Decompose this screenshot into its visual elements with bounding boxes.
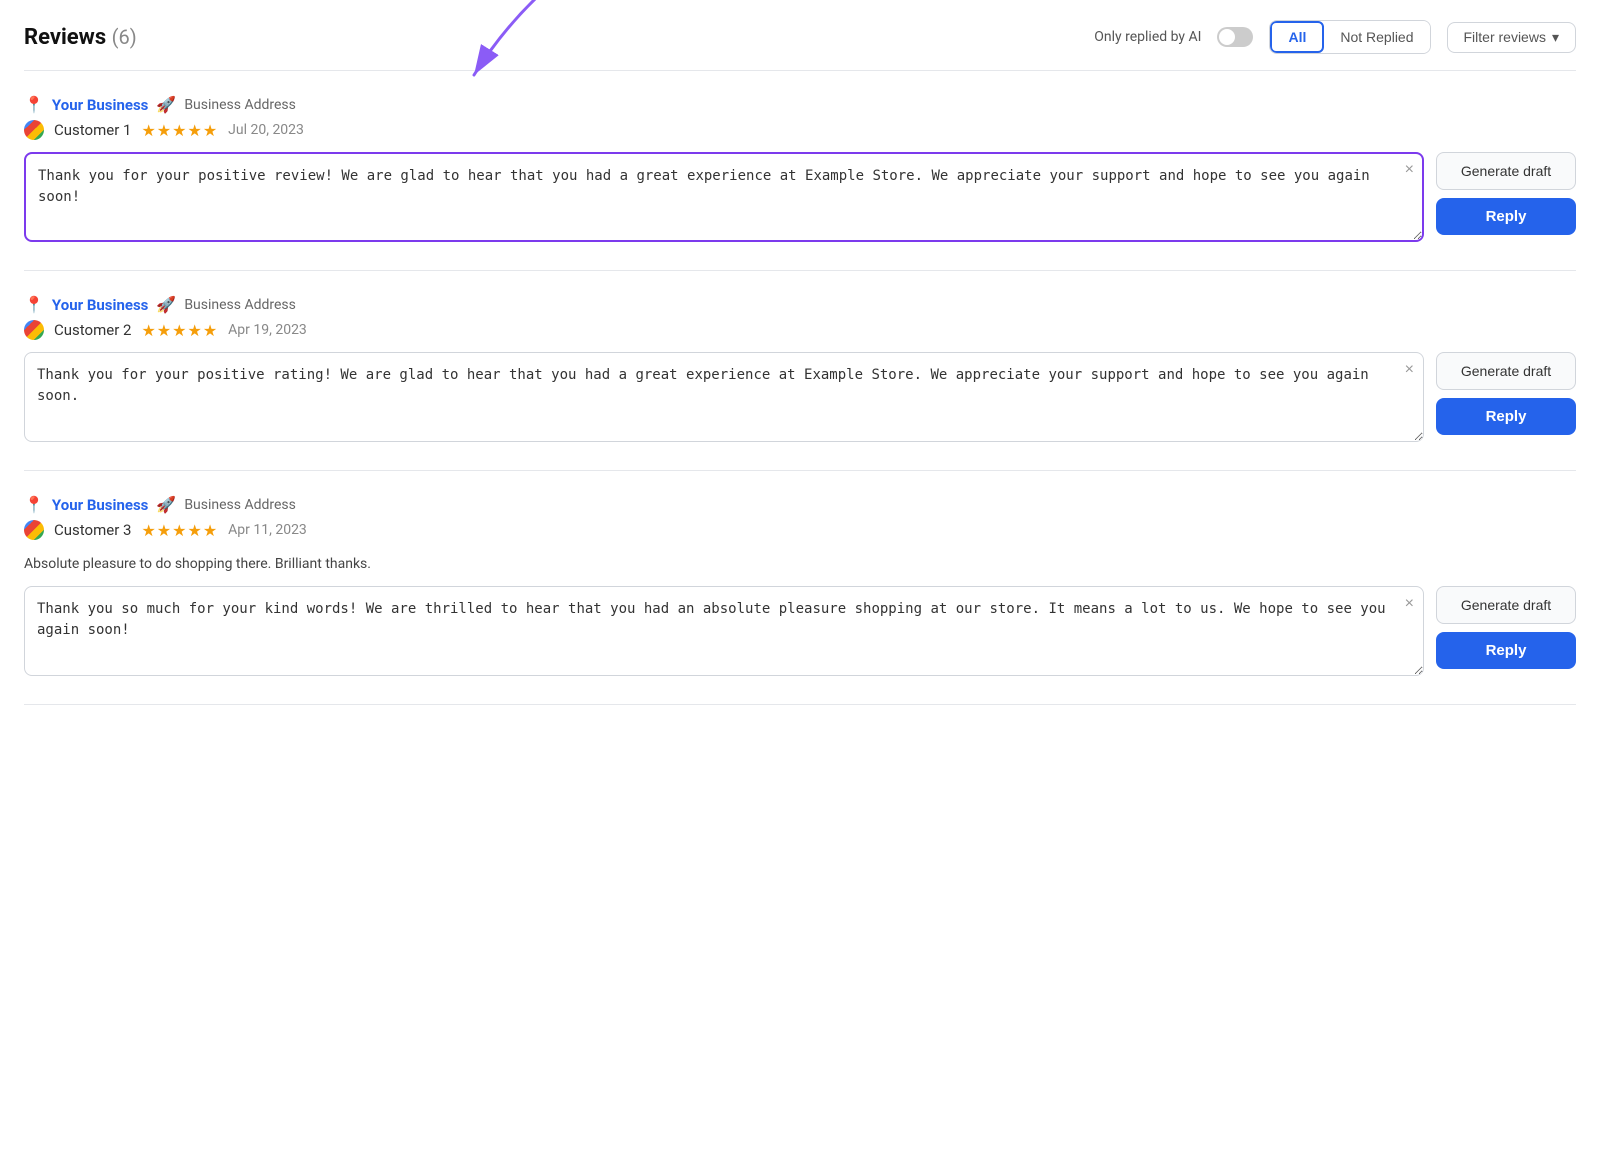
customer-name-2: Customer 2 xyxy=(54,321,131,339)
stars-1: ★★★★★ xyxy=(141,121,218,140)
clear-reply-button-3[interactable]: × xyxy=(1405,596,1414,612)
reply-actions-2: Generate draft Reply xyxy=(1436,352,1576,435)
customer-row-1: Customer 1 ★★★★★ Jul 20, 2023 xyxy=(24,120,1576,140)
stars-3: ★★★★★ xyxy=(141,521,218,540)
clear-reply-button-1[interactable]: × xyxy=(1405,162,1414,178)
reply-button-2[interactable]: Reply xyxy=(1436,398,1576,435)
tab-all[interactable]: All xyxy=(1270,21,1324,53)
generate-draft-button-2[interactable]: Generate draft xyxy=(1436,352,1576,390)
google-icon-1 xyxy=(24,120,44,140)
business-row-2: 📍 Your Business 🚀 Business Address xyxy=(24,295,1576,314)
tab-not-replied[interactable]: Not Replied xyxy=(1324,21,1429,53)
business-name-2: Your Business xyxy=(52,296,148,314)
reply-area-3: Thank you so much for your kind words! W… xyxy=(24,586,1576,680)
reply-textarea-wrapper-3: Thank you so much for your kind words! W… xyxy=(24,586,1424,680)
business-name-3: Your Business xyxy=(52,496,148,514)
chevron-down-icon: ▾ xyxy=(1552,29,1559,46)
generate-draft-button-1[interactable]: Generate draft xyxy=(1436,152,1576,190)
reply-textarea-wrapper-2: Thank you for your positive rating! We a… xyxy=(24,352,1424,446)
location-pin-icon-2: 📍 xyxy=(24,295,44,314)
generate-draft-button-3[interactable]: Generate draft xyxy=(1436,586,1576,624)
business-name-1: Your Business xyxy=(52,96,148,114)
page-title: Reviews (6) xyxy=(24,25,137,50)
page-header: Reviews (6) Only replied by AI All Not R… xyxy=(24,20,1576,71)
location-pin-icon: 📍 xyxy=(24,95,44,114)
reply-textarea-3[interactable]: Thank you so much for your kind words! W… xyxy=(24,586,1424,676)
reply-button-1[interactable]: Reply xyxy=(1436,198,1576,235)
only-replied-toggle[interactable] xyxy=(1217,27,1253,47)
review-date-1: Jul 20, 2023 xyxy=(228,122,304,138)
customer-name-1: Customer 1 xyxy=(54,121,131,139)
customer-row-2: Customer 2 ★★★★★ Apr 19, 2023 xyxy=(24,320,1576,340)
reply-actions-3: Generate draft Reply xyxy=(1436,586,1576,669)
reply-textarea-1[interactable]: Thank you for your positive review! We a… xyxy=(24,152,1424,242)
review-card-2: 📍 Your Business 🚀 Business Address Custo… xyxy=(24,295,1576,471)
reply-area-2: Thank you for your positive rating! We a… xyxy=(24,352,1576,446)
google-icon-3 xyxy=(24,520,44,540)
review-date-2: Apr 19, 2023 xyxy=(228,322,307,338)
review-date-3: Apr 11, 2023 xyxy=(228,522,307,538)
rocket-icon-1: 🚀 xyxy=(156,95,176,114)
business-address-2: Business Address xyxy=(184,297,296,313)
reviews-list: 📍 Your Business 🚀 Business Address Custo… xyxy=(24,95,1576,705)
review-card-1: 📍 Your Business 🚀 Business Address Custo… xyxy=(24,95,1576,271)
reply-button-3[interactable]: Reply xyxy=(1436,632,1576,669)
business-address-1: Business Address xyxy=(184,97,296,113)
location-pin-icon-3: 📍 xyxy=(24,495,44,514)
google-icon-2 xyxy=(24,320,44,340)
reply-actions-1: Generate draft Reply xyxy=(1436,152,1576,235)
review-card-3: 📍 Your Business 🚀 Business Address Custo… xyxy=(24,495,1576,705)
clear-reply-button-2[interactable]: × xyxy=(1405,362,1414,378)
header-controls: Only replied by AI All Not Replied Filte… xyxy=(1094,20,1576,54)
reply-textarea-2[interactable]: Thank you for your positive rating! We a… xyxy=(24,352,1424,442)
rocket-icon-3: 🚀 xyxy=(156,495,176,514)
customer-row-3: Customer 3 ★★★★★ Apr 11, 2023 xyxy=(24,520,1576,540)
filter-reviews-button[interactable]: Filter reviews ▾ xyxy=(1447,22,1577,53)
review-text-3: Absolute pleasure to do shopping there. … xyxy=(24,552,1576,576)
customer-name-3: Customer 3 xyxy=(54,521,131,539)
business-address-3: Business Address xyxy=(184,497,296,513)
business-row-1: 📍 Your Business 🚀 Business Address xyxy=(24,95,1576,114)
rocket-icon-2: 🚀 xyxy=(156,295,176,314)
business-row-3: 📍 Your Business 🚀 Business Address xyxy=(24,495,1576,514)
only-replied-label: Only replied by AI xyxy=(1094,29,1201,45)
stars-2: ★★★★★ xyxy=(141,321,218,340)
reply-area-1: Thank you for your positive review! We a… xyxy=(24,152,1576,246)
reply-textarea-wrapper-1: Thank you for your positive review! We a… xyxy=(24,152,1424,246)
filter-tabs: All Not Replied xyxy=(1269,20,1430,54)
